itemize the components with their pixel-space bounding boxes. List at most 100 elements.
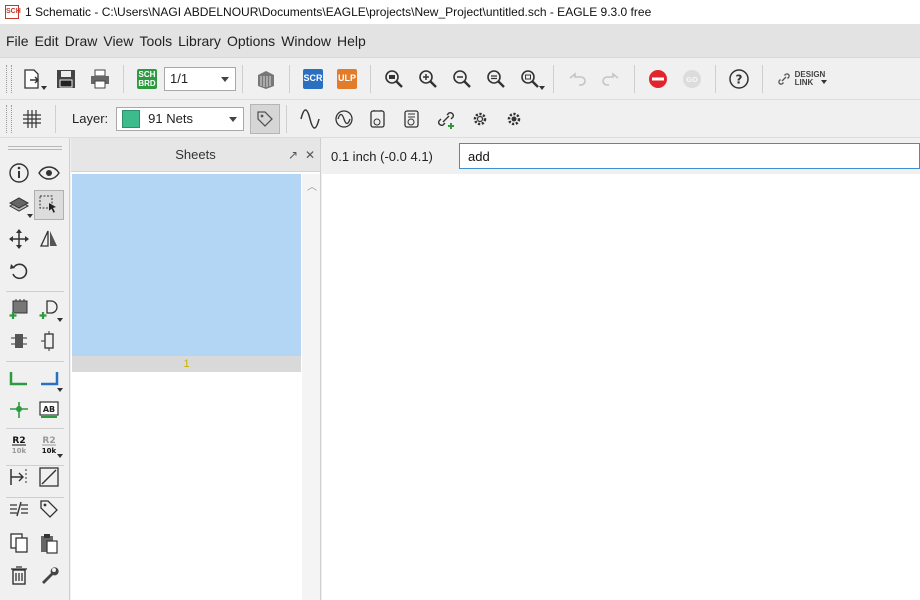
- zoom-select-icon: [521, 69, 539, 88]
- pinswap-icon: [41, 331, 54, 351]
- toolbar-grip[interactable]: [6, 64, 12, 93]
- attribute-button[interactable]: [34, 494, 64, 524]
- grid-button[interactable]: [17, 104, 47, 134]
- menu-window[interactable]: Window: [278, 33, 334, 49]
- palette-row: [4, 256, 68, 288]
- printer-icon: [91, 69, 109, 88]
- switch-board-button[interactable]: SCH BRD: [132, 64, 162, 94]
- palette-row: AB: [4, 394, 68, 426]
- layer-select[interactable]: 91 Nets: [116, 106, 245, 131]
- zoom-redraw-icon: [487, 69, 505, 88]
- add-part-button[interactable]: [4, 294, 34, 324]
- replace-button[interactable]: [4, 326, 34, 356]
- trash-icon: [11, 566, 27, 585]
- wire-button[interactable]: [34, 462, 64, 492]
- add-link-button[interactable]: [431, 104, 461, 134]
- toolbar-separator: [553, 64, 554, 93]
- sheet-select[interactable]: 1/1: [164, 66, 236, 91]
- mirror-button[interactable]: [34, 224, 64, 254]
- undo-button[interactable]: [562, 64, 592, 94]
- rotate-button[interactable]: [4, 256, 34, 286]
- bus-button[interactable]: [34, 364, 64, 394]
- zoom-in-button[interactable]: [413, 64, 443, 94]
- palette-row: [4, 528, 68, 560]
- signal-button[interactable]: [329, 104, 359, 134]
- help-icon: ?: [729, 68, 749, 89]
- stop-button[interactable]: [643, 64, 673, 94]
- help-button[interactable]: ?: [724, 64, 754, 94]
- tag-toggle-button[interactable]: [250, 103, 281, 134]
- redo-button[interactable]: [596, 64, 626, 94]
- layers-button[interactable]: [4, 190, 34, 220]
- split-button[interactable]: [4, 494, 34, 524]
- move-button[interactable]: [4, 224, 34, 254]
- value-button[interactable]: R2 10k: [34, 430, 64, 460]
- show-button[interactable]: [34, 158, 64, 188]
- pin-swap-button[interactable]: [397, 104, 427, 134]
- ulp-settings-button[interactable]: [499, 104, 529, 134]
- chevron-down-icon: [221, 76, 229, 82]
- sheet-thumbnail[interactable]: [72, 174, 301, 356]
- wire-style-button[interactable]: [295, 104, 325, 134]
- palette-row: [4, 294, 68, 326]
- pinswap-button[interactable]: [34, 326, 64, 356]
- svg-text:GO: GO: [686, 76, 698, 84]
- junction-icon: [10, 402, 28, 418]
- zoom-fit-button[interactable]: [379, 64, 409, 94]
- menu-tools[interactable]: Tools: [136, 33, 175, 49]
- palette-grip[interactable]: [8, 146, 62, 150]
- menu-draw[interactable]: Draw: [62, 33, 101, 49]
- go-button[interactable]: GO: [677, 64, 707, 94]
- settings-button[interactable]: [465, 104, 495, 134]
- toolbar-separator: [55, 104, 56, 133]
- open-button[interactable]: [17, 64, 47, 94]
- copy-button[interactable]: [4, 528, 34, 558]
- command-input[interactable]: [459, 143, 920, 169]
- palette-row: R2 10k R2 10k: [4, 430, 68, 462]
- undock-icon[interactable]: ↗: [288, 148, 298, 162]
- toolbar-grip[interactable]: [6, 104, 12, 133]
- name-button[interactable]: R2 10k: [4, 430, 34, 460]
- replace-part-icon: [11, 334, 27, 348]
- gate-swap-button[interactable]: [363, 104, 393, 134]
- delete-button[interactable]: [4, 560, 34, 590]
- run-ulp-button[interactable]: ULP: [332, 64, 362, 94]
- info-button[interactable]: [4, 158, 34, 188]
- schematic-canvas[interactable]: [322, 174, 920, 600]
- menu-file[interactable]: File: [3, 33, 32, 49]
- menu-view[interactable]: View: [100, 33, 136, 49]
- sheets-title: Sheets: [175, 147, 216, 162]
- save-button[interactable]: [51, 64, 81, 94]
- run-script-button[interactable]: SCR: [298, 64, 328, 94]
- info-icon: [9, 163, 29, 183]
- signal-circle-icon: [335, 109, 353, 128]
- library-manager-button[interactable]: [251, 64, 281, 94]
- zoom-redraw-button[interactable]: [481, 64, 511, 94]
- zoom-select-button[interactable]: [515, 64, 545, 94]
- sch-label: SCH: [138, 69, 156, 79]
- sheets-scrollbar[interactable]: ︿: [302, 174, 320, 600]
- label-button[interactable]: AB: [34, 394, 64, 424]
- paste-button[interactable]: [34, 528, 64, 558]
- menu-bar: File Edit Draw View Tools Library Option…: [0, 24, 920, 58]
- add-gate-button[interactable]: [34, 294, 64, 324]
- palette-row: [4, 190, 68, 222]
- menu-library[interactable]: Library: [175, 33, 224, 49]
- gateswap-button[interactable]: [4, 462, 34, 492]
- zoom-out-button[interactable]: [447, 64, 477, 94]
- menu-help[interactable]: Help: [334, 33, 369, 49]
- net-button[interactable]: [4, 364, 34, 394]
- junction-button[interactable]: [4, 394, 34, 424]
- dropdown-arrow-icon: [27, 214, 33, 218]
- scr-icon: SCR: [303, 68, 323, 89]
- scroll-up-icon[interactable]: ︿: [307, 178, 317, 193]
- select-button[interactable]: [34, 190, 64, 220]
- menu-options[interactable]: Options: [224, 33, 278, 49]
- print-button[interactable]: [85, 64, 115, 94]
- palette-separator: [6, 428, 64, 429]
- dropdown-arrow-icon: [41, 85, 47, 90]
- menu-edit[interactable]: Edit: [32, 33, 62, 49]
- edit-tool-button[interactable]: [34, 560, 64, 590]
- design-link-button[interactable]: DESIGN LINK: [771, 64, 831, 94]
- close-icon[interactable]: ✕: [305, 148, 315, 162]
